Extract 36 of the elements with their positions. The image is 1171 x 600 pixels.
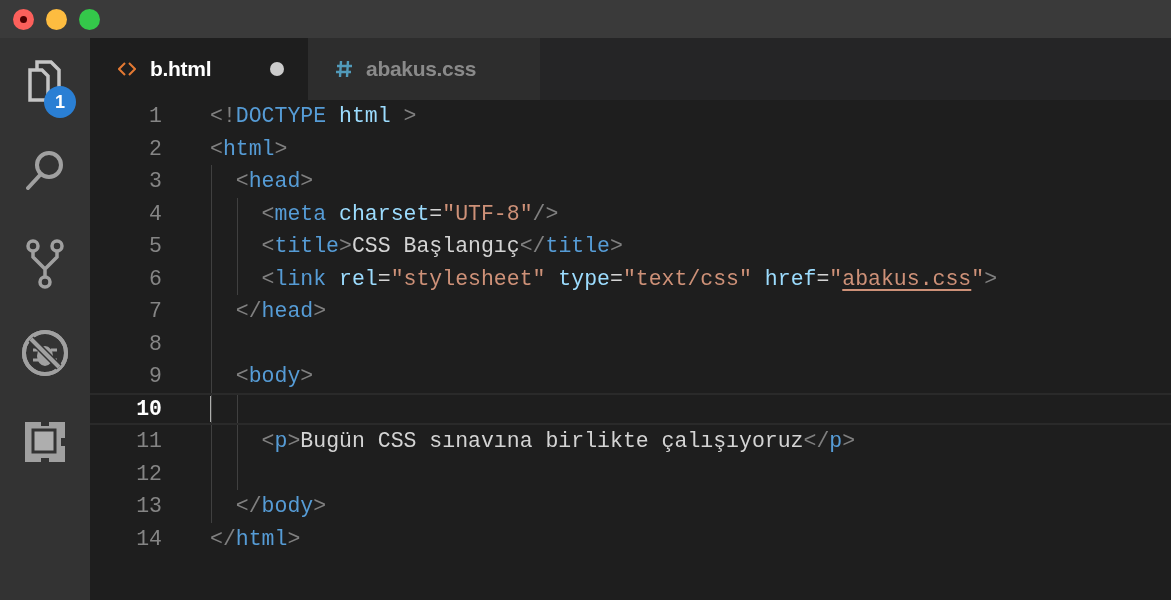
line-number: 5 [148, 234, 162, 259]
line-number: 2 [148, 136, 162, 161]
code-line: <html> [210, 136, 288, 161]
line-number: 11 [135, 429, 162, 454]
line-number: 10 [135, 396, 162, 421]
notification-badge: 1 [44, 86, 76, 118]
minimize-button[interactable] [46, 8, 67, 30]
code-line: </html> [210, 526, 301, 551]
line-number: 3 [148, 169, 162, 194]
code-line: <!DOCTYPE html > [210, 104, 417, 129]
line-number: 14 [135, 526, 162, 551]
text-cursor [210, 395, 212, 422]
line-number: 7 [148, 299, 162, 324]
code-line: <title>CSS Başlangıç</title> [260, 234, 623, 259]
code-line: </body> [234, 494, 327, 519]
code-line: <p>Bugün CSS sınavına birlikte çalışıyoruz</p> [260, 429, 856, 454]
close-button[interactable] [13, 8, 34, 30]
line-number: 6 [148, 266, 162, 291]
zoom-button[interactable] [79, 8, 100, 30]
line-number: 8 [148, 331, 162, 356]
line-number: 13 [135, 494, 162, 519]
line-number: 4 [148, 201, 162, 226]
hash-icon [336, 60, 352, 78]
line-number: 9 [148, 364, 162, 389]
line-number: 1 [148, 104, 162, 129]
code-line: <meta charset="UTF-8"/> [260, 201, 559, 226]
code-line: <link rel="stylesheet" type="text/css" href="abakus.css"> [260, 266, 998, 291]
code-line: <head> [234, 169, 314, 194]
line-number: 12 [135, 461, 162, 486]
branch-icon[interactable] [25, 238, 65, 290]
file-tab[interactable]: b.html [90, 38, 308, 100]
no-bug-icon[interactable] [20, 328, 70, 378]
code-line: <body> [234, 364, 314, 389]
code-line: </head> [234, 299, 327, 324]
code-brackets-icon [118, 62, 136, 76]
file-tab[interactable]: abakus.css [308, 38, 540, 100]
